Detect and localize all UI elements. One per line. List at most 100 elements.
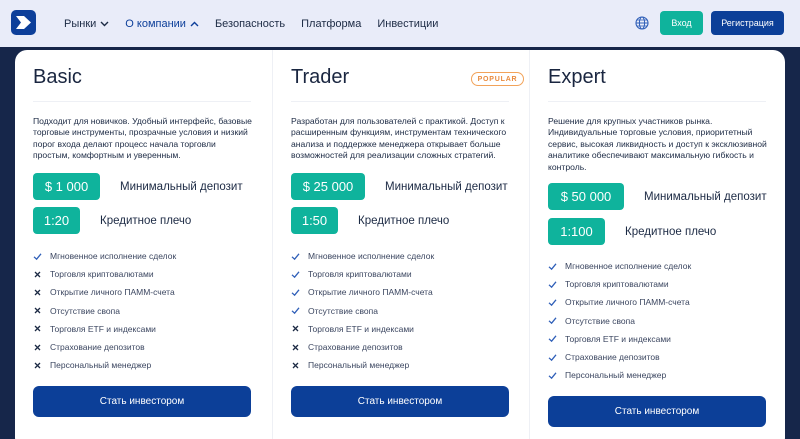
feature-label: Открытие личного ПАММ-счета [308,287,433,298]
become-investor-button[interactable]: Стать инвестором [291,386,509,417]
feature-item: Открытие личного ПАММ-счета [548,293,691,311]
leverage-value-chip: 1:100 [548,218,605,245]
cross-icon [34,344,41,350]
nav-item-about[interactable]: О компании [125,18,199,30]
feature-label: Торговля криптовалютами [50,269,154,280]
feature-item: Персональный менеджер [33,356,176,374]
feature-item: Страхование депозитов [548,348,691,366]
main-nav: Рынки О компании Безопасность Платформа … [64,0,454,47]
feature-label: Страхование депозитов [565,352,660,363]
feature-label: Персональный менеджер [565,370,667,381]
feature-list: Мгновенное исполнение сделок Торговля кри… [33,247,176,374]
register-button[interactable]: Регистрация [711,11,784,35]
nav-item-investments[interactable]: Инвестиции [377,18,438,30]
feature-list: Мгновенное исполнение сделок Торговля кри… [291,247,434,374]
leverage-row: 1:100 Кредитное плечо [548,218,716,245]
check-icon [291,307,300,315]
feature-label: Торговля ETF и индексами [565,333,671,344]
nav-item-label: Безопасность [214,17,286,30]
feature-label: Открытие личного ПАММ-счета [565,297,690,308]
feature-label: Мгновенное исполнение сделок [308,251,435,262]
feature-label: Мгновенное исполнение сделок [50,251,177,262]
login-button[interactable]: Вход [660,11,703,35]
feature-item: Открытие личного ПАММ-счета [291,283,434,301]
feature-label: Торговля криптовалютами [565,279,669,290]
feature-label: Открытие личного ПАММ-счета [50,287,175,298]
deposit-row: $ 1 000 Минимальный депозит [33,173,243,200]
feature-item: Торговля криптовалютами [548,275,691,293]
check-icon [548,317,557,325]
leverage-value-chip: 1:50 [291,207,338,234]
cross-icon [34,289,41,296]
plan-description: Подходит для новичков. Удобный интерфейс… [33,116,252,161]
feature-list: Мгновенное исполнение сделок Торговля кри… [548,257,691,384]
leverage-label: Кредитное плечо [358,214,450,227]
check-icon [291,289,300,297]
check-icon [33,252,42,260]
cross-icon [34,307,41,314]
feature-item: Открытие личного ПАММ-счета [33,283,176,301]
feature-label: Торговля ETF и индексами [308,323,414,334]
deposit-label: Минимальный депозит [120,180,243,193]
deposit-label: Минимальный депозит [644,190,767,203]
plan-title: Basic [33,66,82,88]
feature-item: Торговля ETF и индексами [548,330,691,348]
feature-label: Мгновенное исполнение сделок [565,261,692,272]
feature-label: Отсутствие свопа [565,315,635,326]
leverage-row: 1:20 Кредитное плечо [33,207,191,234]
deposit-row: $ 50 000 Минимальный депозит [548,183,767,210]
check-icon [291,252,300,260]
check-icon [291,271,300,278]
globe-icon[interactable] [635,16,649,30]
nav-item-label: Инвестиции [377,17,439,30]
check-icon [548,299,557,307]
nav-item-label: Платформа [301,17,362,30]
feature-item: Страхование депозитов [291,338,434,356]
feature-label: Персональный менеджер [308,360,410,371]
feature-item: Отсутствие свопа [548,312,691,330]
cross-icon [34,271,41,278]
feature-label: Торговля криптовалютами [308,269,412,280]
deposit-value-chip: $ 25 000 [291,173,365,200]
plan-card-expert: Expert Решение для крупных участников ры… [529,50,785,439]
top-navigation-bar: Рынки О компании Безопасность Платформа … [0,0,800,47]
popular-badge: POPULAR [471,72,524,86]
deposit-row: $ 25 000 Минимальный депозит [291,173,508,200]
feature-item: Торговля ETF и индексами [33,320,176,338]
become-investor-button[interactable]: Стать инвестором [548,396,766,427]
feature-item: Отсутствие свопа [33,302,176,320]
chevron-down-icon [100,21,109,26]
plan-title: Trader [291,66,350,88]
feature-label: Отсутствие свопа [308,305,378,316]
nav-item-security[interactable]: Безопасность [215,18,285,30]
cross-icon [292,325,299,332]
plan-card-trader: Trader POPULAR Разработан для пользовате… [272,50,529,439]
plan-description: Решение для крупных участников рынка. Ин… [548,116,767,172]
divider [548,101,766,102]
feature-item: Персональный менеджер [548,366,691,384]
logo[interactable] [11,10,36,35]
divider [33,101,251,102]
plan-description: Разработан для пользователей с практикой… [291,116,507,161]
feature-label: Страхование депозитов [50,342,145,353]
become-investor-button[interactable]: Стать инвестором [33,386,251,417]
chevron-up-icon [190,21,199,26]
pricing-panel: Basic Подходит для новичков. Удобный инт… [15,50,785,439]
leverage-label: Кредитное плечо [100,214,192,227]
leverage-row: 1:50 Кредитное плечо [291,207,449,234]
check-icon [548,281,557,288]
check-icon [548,335,557,343]
feature-label: Персональный менеджер [50,360,152,371]
plan-card-basic: Basic Подходит для новичков. Удобный инт… [15,50,272,439]
feature-item: Персональный менеджер [291,356,434,374]
leverage-value-chip: 1:20 [33,207,80,234]
check-icon [548,353,557,361]
feature-label: Страхование депозитов [308,342,403,353]
nav-item-platform[interactable]: Платформа [301,18,361,30]
check-icon [548,262,557,270]
deposit-label: Минимальный депозит [385,180,508,193]
feature-item: Мгновенное исполнение сделок [291,247,434,265]
nav-item-label: О компании [125,17,186,30]
deposit-value-chip: $ 50 000 [548,183,624,210]
nav-item-markets[interactable]: Рынки [64,18,109,30]
